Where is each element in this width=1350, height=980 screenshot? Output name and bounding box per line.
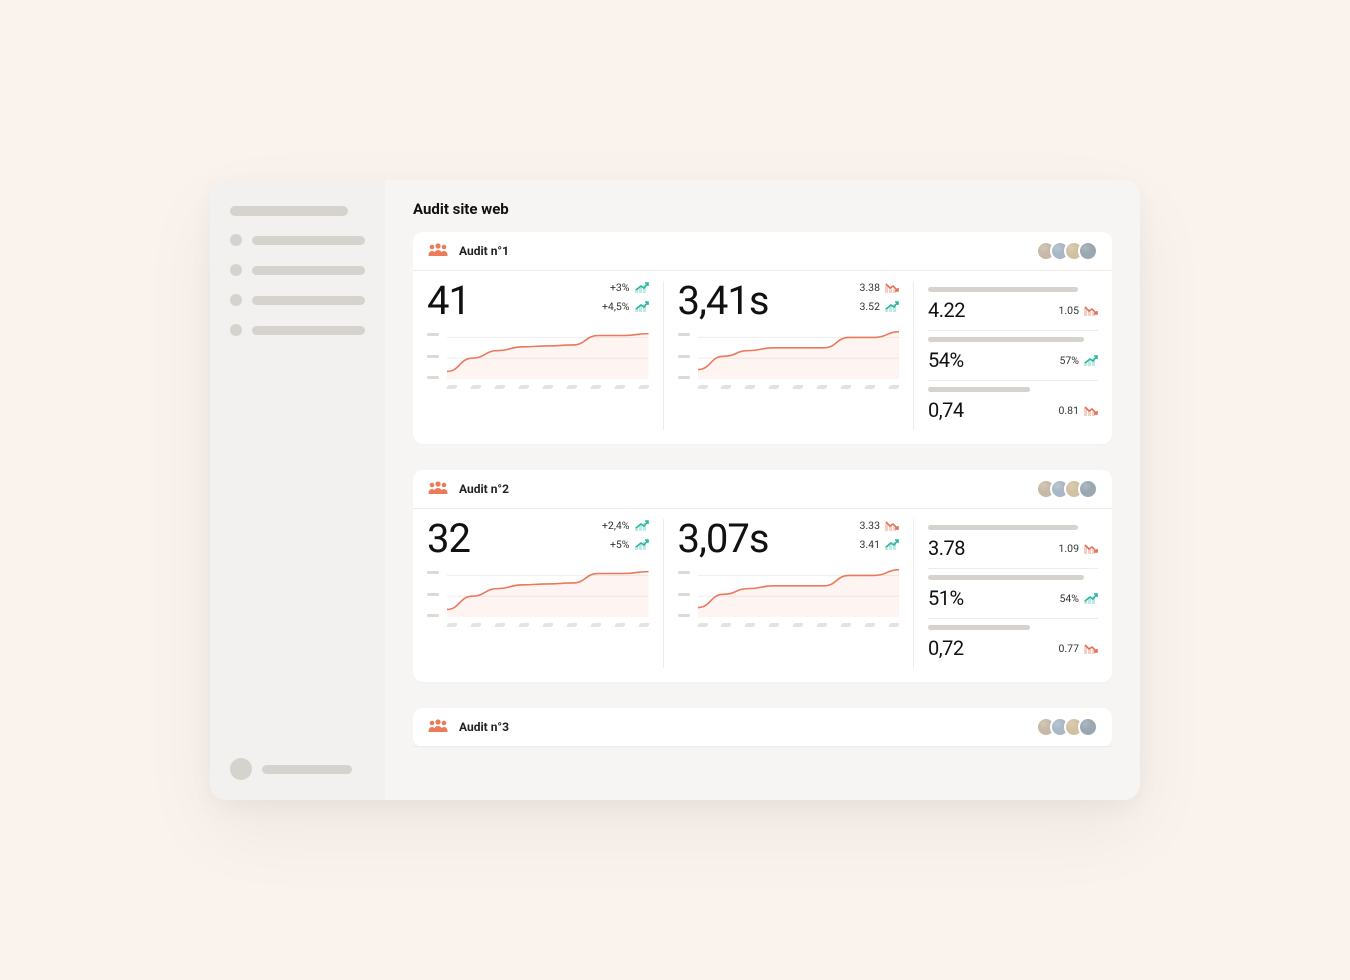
side-bar [928,387,1030,392]
side-metric-row: 0,72 0.77 [928,619,1098,668]
metric-value: 32 [427,519,470,559]
trend-up-icon [635,539,649,550]
sidebar-item[interactable] [230,234,365,246]
trend-up-icon [635,301,649,312]
side-bar [928,575,1084,580]
audit-card[interactable]: Audit n°2 32 +2,4% +5% [413,470,1112,682]
delta-row: 3.41 [860,538,899,551]
trend-up-icon [885,301,899,312]
audit-card[interactable]: Audit n°3 [413,708,1112,747]
side-metric-small: 1.05 [1059,304,1079,317]
side-metric-row: 51% 54% [928,569,1098,619]
metric-panel-a: 32 +2,4% +5% [427,519,664,668]
sidebar-item[interactable] [230,264,365,276]
delta-value: 3.38 [860,281,880,294]
side-metric-small: 0.77 [1059,642,1079,655]
avatar [1078,241,1098,261]
sidebar [210,180,385,800]
side-metric-value: 0,72 [928,636,964,660]
side-bar [928,287,1078,292]
metric-value: 41 [427,281,470,321]
side-bar [928,525,1078,530]
side-metrics: 3.78 1.09 51% 54% [928,519,1098,668]
audit-title: Audit n°1 [459,244,509,258]
delta-value: +5% [610,538,630,551]
user-avatar-icon [230,758,252,780]
side-bar [928,337,1084,342]
trend-down-icon [885,520,899,531]
delta-row: 3.38 [860,281,899,294]
side-metric-row: 54% 57% [928,331,1098,381]
sidebar-user[interactable] [230,758,365,780]
side-metric-value: 0,74 [928,398,964,422]
side-bar [928,625,1030,630]
sparkline-chart [678,565,900,635]
delta-value: 3.41 [860,538,880,551]
app-window: Audit site web Audit n°1 41 +3% [210,180,1140,800]
avatar [1078,479,1098,499]
delta-row: 3.52 [860,300,899,313]
delta-value: +4,5% [602,300,630,313]
audit-card-header: Audit n°3 [413,708,1112,747]
side-metric-small: 0.81 [1059,404,1079,417]
metric-value: 3,41s [678,281,769,321]
delta-value: 3.33 [860,519,880,532]
avatar [1078,717,1098,737]
side-metric-small: 1.09 [1059,542,1079,555]
avatar-stack[interactable] [1036,241,1098,261]
side-metric-value: 4.22 [928,298,965,322]
trend-up-icon [1084,593,1098,604]
side-metrics: 4.22 1.05 54% 57% [928,281,1098,430]
delta-row: +5% [610,538,649,551]
trend-up-icon [635,520,649,531]
audit-card-header: Audit n°1 [413,232,1112,271]
side-metric-row: 0,74 0.81 [928,381,1098,430]
trend-up-icon [885,539,899,550]
team-icon [427,481,449,497]
delta-row: +4,5% [602,300,649,313]
page-title: Audit site web [413,200,1112,218]
audit-card-header: Audit n°2 [413,470,1112,509]
metric-panel-b: 3,07s 3.33 3.41 [678,519,915,668]
audit-title: Audit n°2 [459,482,509,496]
delta-value: +2,4% [602,519,630,532]
trend-down-icon [1084,405,1098,416]
trend-down-icon [1084,643,1098,654]
metric-panel-b: 3,41s 3.38 3.52 [678,281,915,430]
trend-up-icon [1084,355,1098,366]
side-metric-row: 3.78 1.09 [928,519,1098,569]
sparkline-chart [427,565,649,635]
delta-row: +3% [610,281,649,294]
audit-card[interactable]: Audit n°1 41 +3% +4,5% [413,232,1112,444]
sidebar-title-placeholder [230,206,348,216]
delta-value: +3% [610,281,630,294]
sidebar-item[interactable] [230,294,365,306]
side-metric-value: 54% [928,348,964,372]
side-metric-value: 3.78 [928,536,965,560]
trend-up-icon [635,282,649,293]
team-icon [427,243,449,259]
main-content: Audit site web Audit n°1 41 +3% [385,180,1140,800]
side-metric-small: 57% [1060,354,1080,367]
delta-row: +2,4% [602,519,649,532]
audit-title: Audit n°3 [459,720,509,734]
trend-down-icon [885,282,899,293]
side-metric-row: 4.22 1.05 [928,281,1098,331]
sparkline-chart [678,327,900,397]
team-icon [427,719,449,735]
metric-value: 3,07s [678,519,769,559]
trend-down-icon [1084,543,1098,554]
side-metric-value: 51% [928,586,964,610]
side-metric-small: 54% [1060,592,1080,605]
delta-row: 3.33 [860,519,899,532]
metric-panel-a: 41 +3% +4,5% [427,281,664,430]
delta-value: 3.52 [860,300,880,313]
sidebar-item[interactable] [230,324,365,336]
trend-down-icon [1084,305,1098,316]
avatar-stack[interactable] [1036,479,1098,499]
avatar-stack[interactable] [1036,717,1098,737]
sparkline-chart [427,327,649,397]
user-name-placeholder [262,765,352,774]
